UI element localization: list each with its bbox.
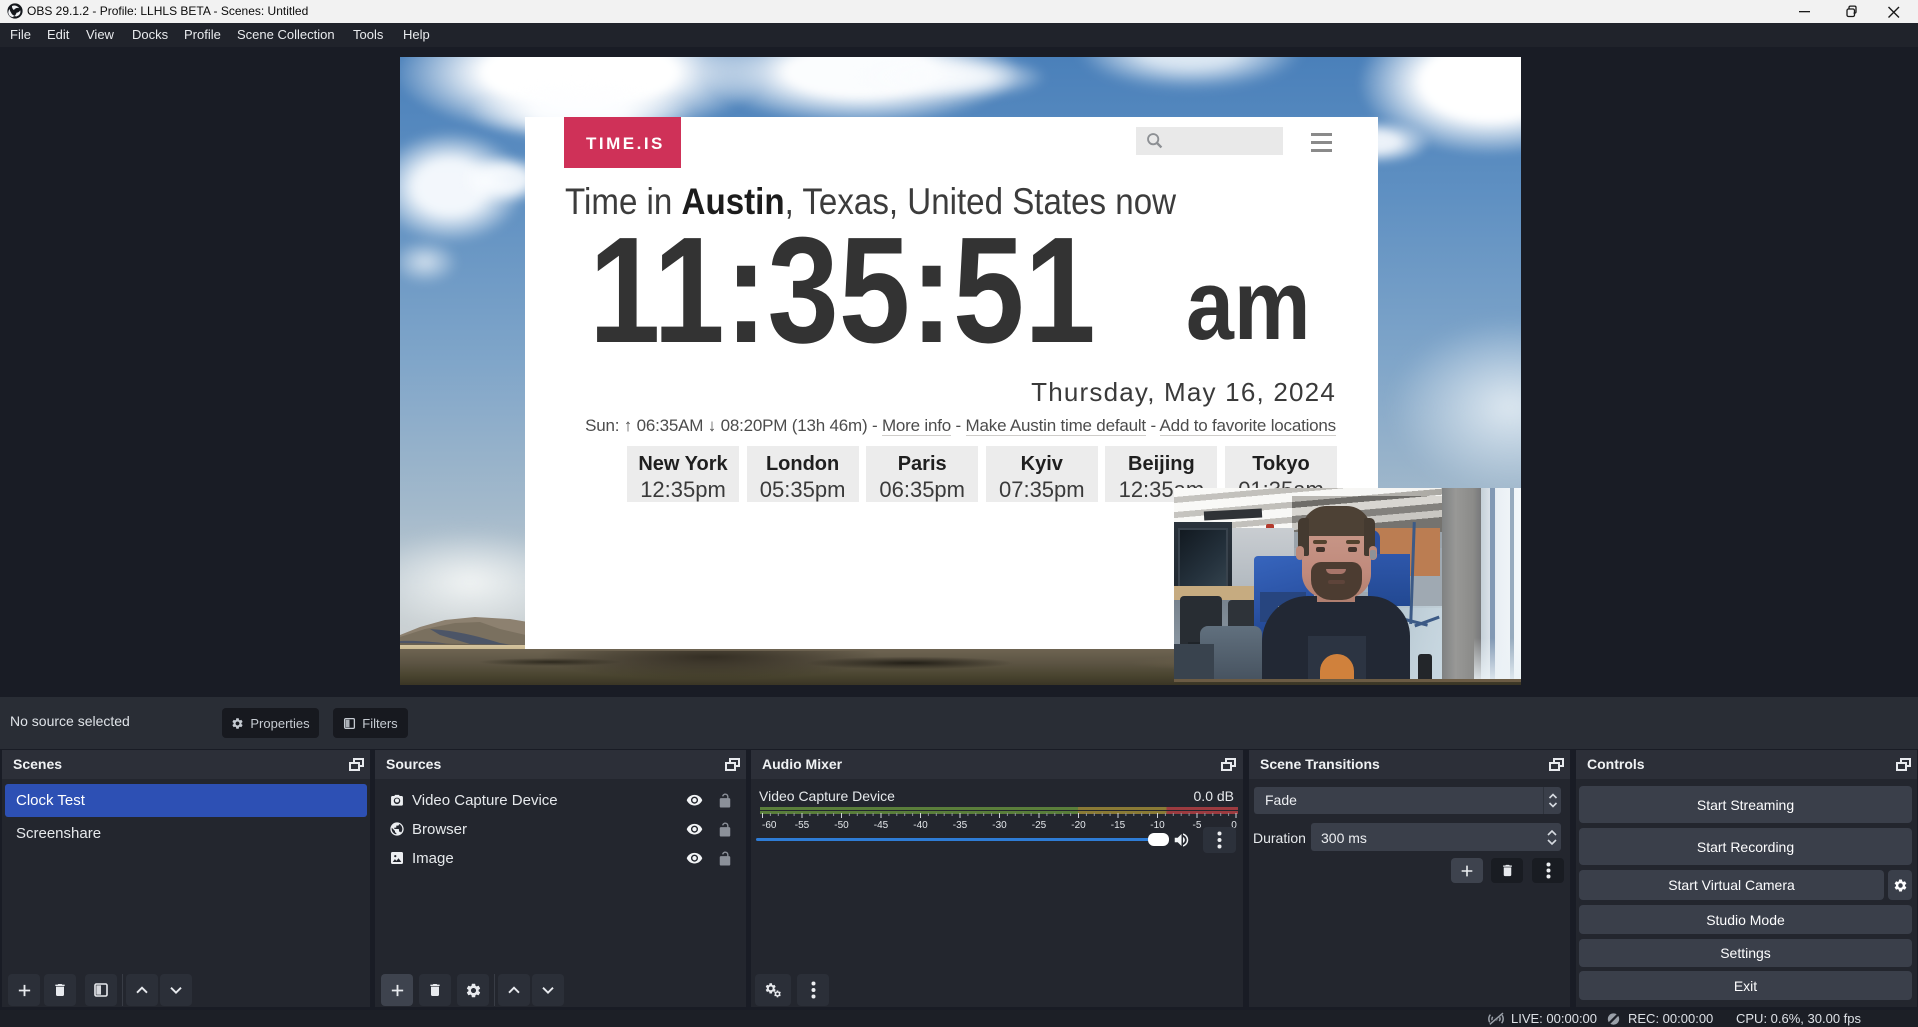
svg-text:-60: -60: [762, 820, 777, 829]
svg-text:-40: -40: [913, 820, 928, 829]
svg-text:-55: -55: [795, 820, 810, 829]
svg-text:-50: -50: [834, 820, 849, 829]
svg-text:-25: -25: [1032, 820, 1047, 829]
svg-text:-35: -35: [953, 820, 968, 829]
svg-text:-5: -5: [1193, 820, 1202, 829]
svg-text:-20: -20: [1071, 820, 1086, 829]
svg-text:-45: -45: [874, 820, 889, 829]
svg-text:-30: -30: [992, 820, 1007, 829]
svg-text:-10: -10: [1150, 820, 1165, 829]
svg-text:-15: -15: [1111, 820, 1126, 829]
